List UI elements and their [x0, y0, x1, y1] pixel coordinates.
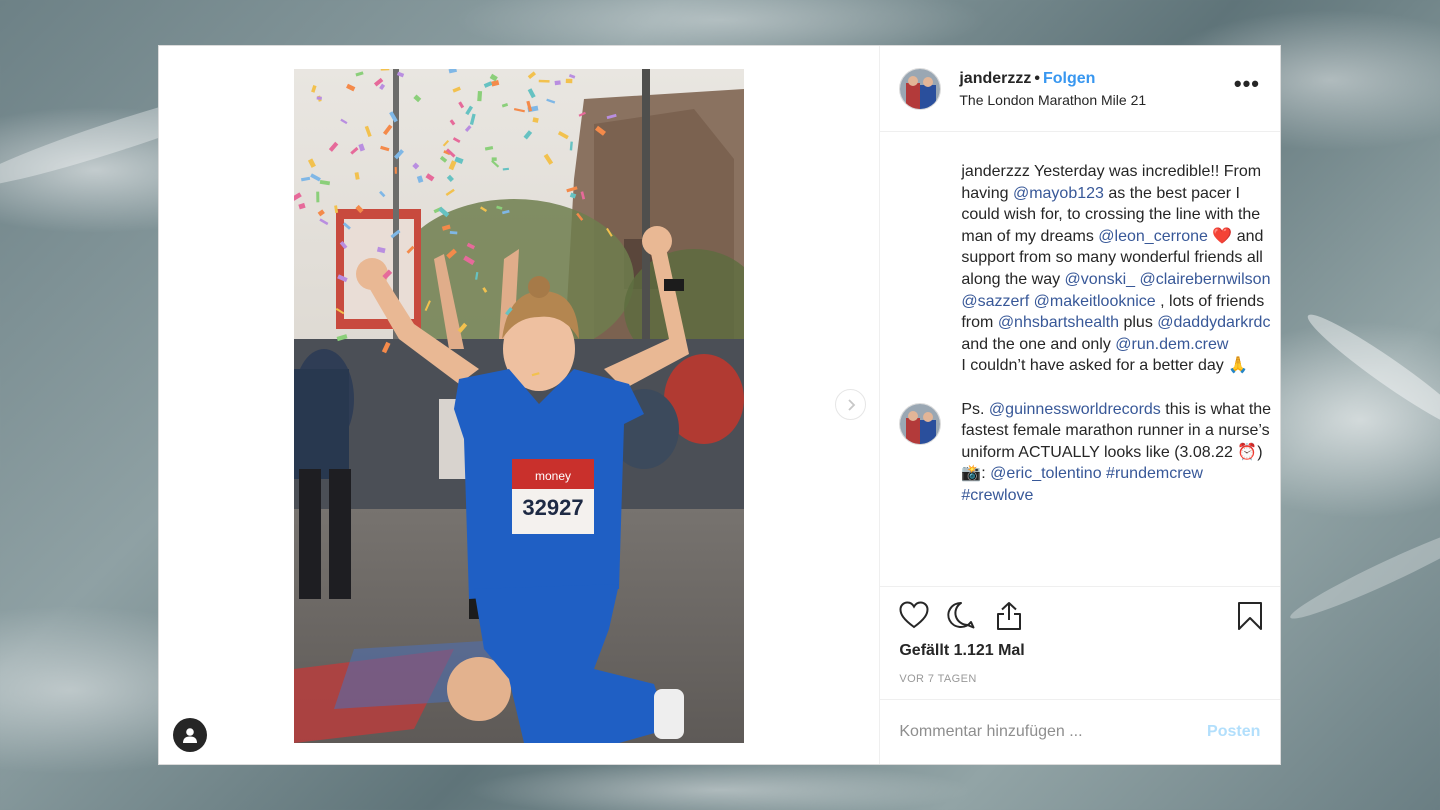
share-button[interactable] — [995, 601, 1023, 636]
header-username-row: janderzzz • Folgen — [959, 70, 1095, 88]
action-bar: Gefällt 1.121 Mal VOR 7 TAGEN — [880, 586, 1281, 699]
follow-button[interactable]: Folgen — [1043, 70, 1095, 87]
confetti-piece — [316, 96, 322, 100]
caption-ps-paragraph: Ps. @guinnessworldrecords this is what t… — [961, 399, 1271, 507]
caption-text: janderzzz Yesterday was incredible!! Fro… — [961, 161, 1271, 507]
confetti-piece — [394, 167, 397, 174]
media-column: money 32927 — [159, 46, 880, 764]
mention-link[interactable]: #rundemcrew — [1106, 465, 1203, 482]
background-streak — [1300, 304, 1440, 442]
mention-link[interactable]: @eric_tolentino — [990, 465, 1101, 482]
post-header: janderzzz • Folgen The London Marathon Mil… — [880, 46, 1280, 132]
confetti-piece — [554, 80, 561, 86]
comment-button[interactable] — [946, 601, 976, 634]
confetti-piece — [491, 157, 497, 161]
instagram-post-card: money 32927 janderzzz • Folgen The Londo… — [158, 45, 1281, 765]
heart-icon — [899, 601, 929, 629]
caption-area: janderzzz Yesterday was incredible!! Fro… — [880, 133, 1280, 585]
mention-link[interactable]: @sazzerf — [961, 293, 1029, 310]
mention-link[interactable]: #crewlove — [961, 487, 1033, 504]
mention-link[interactable]: @daddydarkrdc — [1157, 314, 1270, 331]
comment-icon — [947, 601, 975, 629]
mention-link[interactable]: @nhsbartshealth — [998, 314, 1119, 331]
avatar[interactable] — [899, 68, 942, 110]
comment-form: Kommentar hinzufügen ... Posten — [880, 699, 1281, 766]
mention-link[interactable]: @vonski_ — [1065, 271, 1136, 288]
confetti-piece — [538, 79, 550, 83]
tagged-users-button[interactable] — [173, 718, 207, 752]
caption-fragment: and the one and only — [961, 335, 1116, 353]
share-icon — [997, 602, 1022, 630]
post-comment-button[interactable]: Posten — [1207, 723, 1260, 741]
more-icon: ••• — [1233, 71, 1260, 96]
bib-number: 32927 — [522, 495, 583, 520]
caption-fragment: plus — [1119, 314, 1158, 332]
mention-link[interactable]: @leon_cerrone — [1098, 228, 1208, 245]
mention-link[interactable]: @guinnessworldrecords — [989, 401, 1161, 418]
separator-dot: • — [1034, 70, 1040, 87]
post-photo[interactable]: money 32927 — [294, 69, 744, 743]
caption-paragraph: janderzzz Yesterday was incredible!! Fro… — [961, 161, 1271, 355]
confetti-piece — [477, 91, 483, 102]
save-button[interactable] — [1237, 601, 1263, 636]
mention-link[interactable]: @mayob123 — [1013, 185, 1104, 202]
bib-sponsor: money — [535, 469, 571, 483]
more-options-button[interactable]: ••• — [1234, 73, 1260, 95]
post-sidebar: janderzzz • Folgen The London Marathon Mil… — [879, 46, 1281, 766]
location-link[interactable]: The London Marathon Mile 21 — [959, 92, 1146, 108]
like-button[interactable] — [899, 601, 929, 634]
caption-line-2: I couldn’t have asked for a better day 🙏 — [961, 357, 1249, 375]
likes-count[interactable]: Gefällt 1.121 Mal — [899, 642, 1024, 660]
mention-link[interactable]: @makeitlooknice — [1034, 293, 1156, 310]
username-link[interactable]: janderzzz — [959, 70, 1031, 87]
post-date: VOR 7 TAGEN — [899, 673, 977, 685]
background-streak — [1285, 514, 1440, 628]
mention-link[interactable]: @clairebernwilson — [1140, 271, 1271, 288]
caption-username[interactable]: janderzzz — [961, 163, 1029, 180]
confetti-piece — [316, 191, 320, 203]
caption-fragment: Ps. — [961, 400, 989, 418]
chevron-right-icon — [847, 398, 855, 411]
comment-input[interactable]: Kommentar hinzufügen ... — [899, 723, 1082, 741]
confetti-piece — [565, 78, 573, 84]
bookmark-icon — [1238, 602, 1263, 630]
caption-avatar[interactable] — [899, 403, 942, 445]
user-icon — [183, 728, 197, 743]
mention-link[interactable]: @run.dem.crew — [1115, 336, 1228, 353]
next-image-button[interactable] — [835, 389, 866, 420]
